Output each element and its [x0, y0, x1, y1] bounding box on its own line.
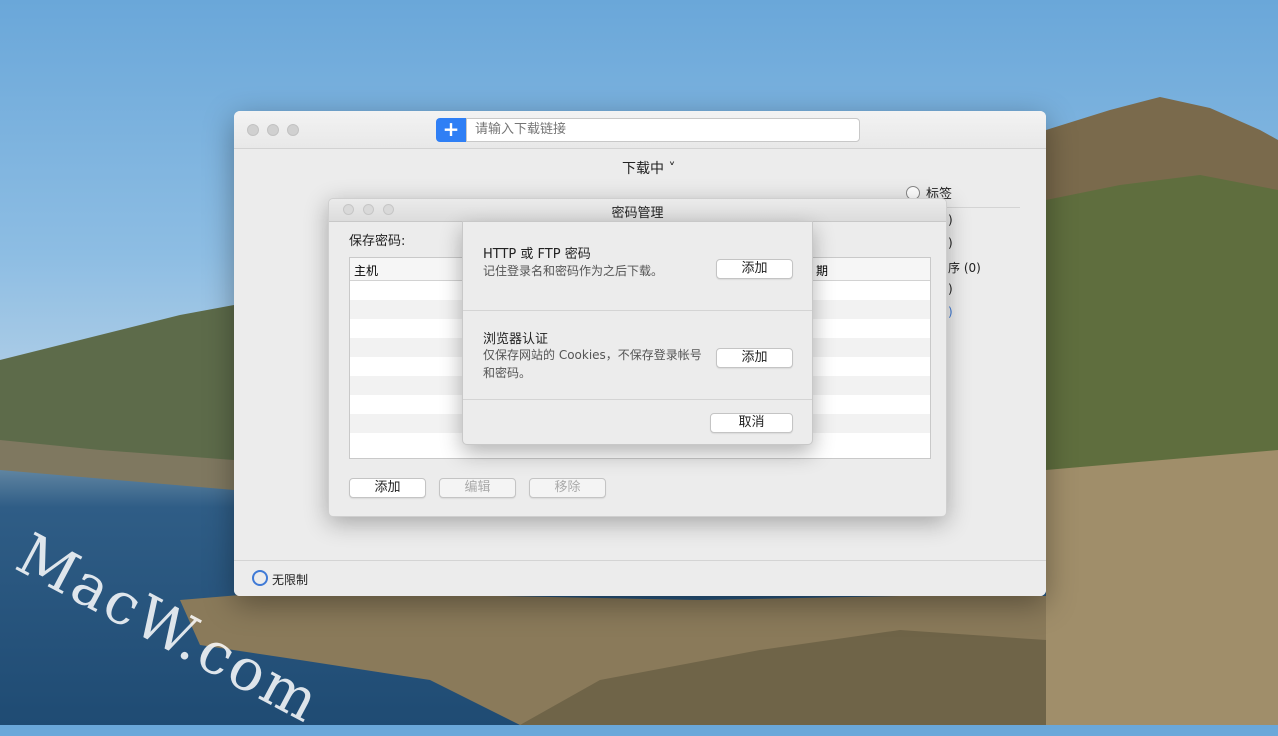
add-download-button[interactable]: + [436, 118, 466, 142]
add-http-ftp-button[interactable]: 添加 [716, 259, 793, 279]
speed-limit-label[interactable]: 无限制 [272, 571, 308, 588]
password-manager-title: 密码管理 [611, 206, 664, 221]
section-divider [463, 310, 812, 311]
status-filter-menu[interactable]: 下载中 ˅ [622, 158, 675, 178]
sidebar-count-5: ) [948, 305, 953, 319]
cancel-button[interactable]: 取消 [710, 413, 793, 433]
sidebar-count-4: ) [948, 282, 953, 296]
http-ftp-title: HTTP 或 FTP 密码 [483, 247, 591, 262]
sidebar-count-3: 序 (0) [948, 261, 981, 275]
close-window-button[interactable] [247, 124, 259, 136]
add-password-button[interactable]: 添加 [349, 478, 426, 498]
bottom-status-bar: 无限制 [234, 560, 1046, 596]
zoom-window-button[interactable] [287, 124, 299, 136]
http-ftp-description: 记住登录名和密码作为之后下载。 [483, 264, 664, 278]
sidebar-count-2: ) [948, 236, 953, 250]
section-divider [463, 399, 812, 400]
minimize-window-button[interactable] [267, 124, 279, 136]
sidebar-count-1: ) [948, 213, 953, 227]
browser-auth-title: 浏览器认证 [483, 332, 549, 347]
add-password-sheet: HTTP 或 FTP 密码 记住登录名和密码作为之后下载。 添加 浏览器认证 仅… [462, 221, 813, 445]
edit-password-button[interactable]: 编辑 [439, 478, 516, 498]
browser-auth-description: 仅保存网站的 Cookies，不保存登录帐号和密码。 [483, 348, 702, 380]
remove-password-button[interactable]: 移除 [529, 478, 606, 498]
column-date[interactable]: 期 [816, 262, 828, 279]
speed-gauge-icon[interactable] [252, 570, 268, 586]
download-url-input[interactable] [466, 118, 860, 142]
main-titlebar: + [234, 111, 1046, 149]
add-browser-auth-button[interactable]: 添加 [716, 348, 793, 368]
saved-passwords-label: 保存密码: [349, 234, 406, 249]
password-manager-titlebar: 密码管理 [329, 199, 946, 222]
column-host[interactable]: 主机 [354, 262, 378, 279]
